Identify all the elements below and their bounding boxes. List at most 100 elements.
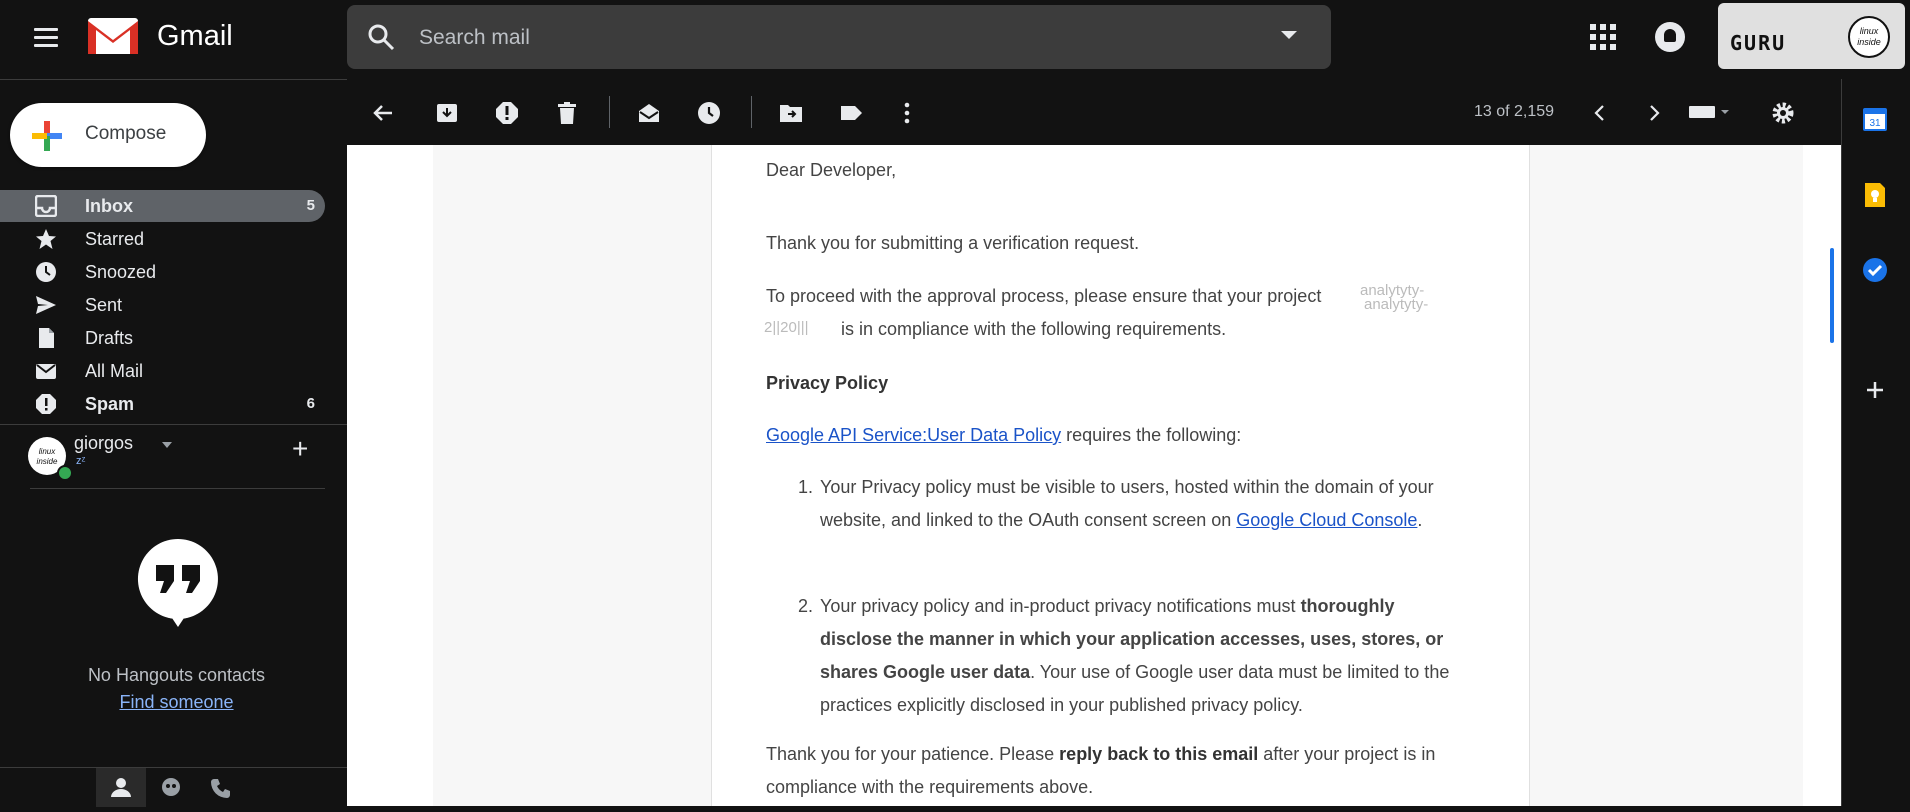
policy-paragraph: Google API Service:User Data Policy requ… (766, 419, 1471, 452)
snooze-clock-icon[interactable] (697, 101, 721, 125)
svg-text:31: 31 (1869, 118, 1881, 129)
toolbar-divider (751, 96, 752, 128)
hangouts-quote-icon (136, 537, 220, 627)
notifications-icon[interactable] (1655, 22, 1685, 52)
section-title: Privacy Policy (766, 373, 889, 393)
compose-label: Compose (85, 123, 167, 144)
mark-as-unread-icon[interactable] (637, 101, 661, 125)
sidebar-item-drafts[interactable]: Drafts (0, 322, 325, 354)
app-name: Gmail (157, 20, 233, 52)
item1-end: . (1417, 510, 1423, 530)
new-conversation-plus-icon[interactable]: + (292, 433, 308, 465)
search-bar[interactable] (347, 5, 1331, 69)
search-icon[interactable] (367, 23, 395, 51)
user-name[interactable]: giorgos (74, 433, 133, 454)
policy-text: requires the following: (1061, 425, 1242, 445)
gmail-logo-icon[interactable] (86, 16, 140, 56)
list-number: 2. (798, 596, 814, 616)
settings-gear-icon[interactable] (1771, 101, 1795, 125)
more-options-icon[interactable] (895, 101, 919, 125)
sidebar-item-sent[interactable]: Sent (0, 289, 325, 321)
list-item: 2. Your privacy policy and in-product pri… (798, 590, 1460, 722)
project-name-faint-ghost: analytyty- (1364, 296, 1429, 313)
tasks-icon[interactable] (1862, 257, 1888, 283)
hangouts-empty-text: No Hangouts contacts (87, 665, 266, 685)
closing-paragraph: Thank you for your patience. Please repl… (766, 738, 1471, 804)
email-body: Dear Developer, Thank you for submitting… (711, 145, 1530, 806)
user-data-policy-link[interactable]: Google API Service:User Data Policy (766, 425, 1061, 445)
sidebar-item-label: Sent (85, 295, 123, 315)
sidebar-item-spam[interactable]: Spam 6 (0, 388, 325, 420)
thanks-paragraph: Thank you for submitting a verification … (766, 233, 1140, 253)
sidebar-item-all-mail[interactable]: All Mail (0, 355, 325, 387)
account-button[interactable]: GURU linux inside (1718, 3, 1905, 69)
keep-notes-icon[interactable] (1862, 182, 1888, 208)
person-icon (111, 778, 131, 797)
message-toolbar: 13 of 2,159 (347, 79, 1841, 145)
item2-text: Your privacy policy and in-product priva… (820, 596, 1301, 616)
report-spam-icon[interactable] (495, 101, 519, 125)
newer-chevron-left-icon[interactable] (1588, 101, 1612, 125)
sidebar-item-label: Snoozed (85, 262, 157, 282)
label-tag-icon[interactable] (839, 101, 863, 125)
calendar-icon[interactable]: 31 (1862, 106, 1888, 132)
account-logo: linux inside (1848, 16, 1890, 58)
add-addon-plus-icon[interactable] (1862, 377, 1888, 403)
google-apps-icon[interactable] (1590, 24, 1616, 50)
sidebar-item-label: Starred (85, 229, 145, 249)
sidebar-item-label: All Mail (85, 361, 144, 381)
status-text: zᶻ (76, 455, 86, 467)
main-menu-icon[interactable] (30, 20, 66, 56)
scrollbar[interactable] (1825, 145, 1841, 806)
toolbar-divider (609, 96, 610, 128)
clock-icon (35, 261, 57, 283)
list-number: 1. (798, 477, 814, 497)
hangouts-bottom-tabs (0, 767, 347, 807)
sidebar-item-label: Spam (85, 394, 135, 414)
scrollbar-thumb[interactable] (1830, 248, 1834, 343)
account-badge-text: GURU (1730, 31, 1787, 55)
top-bar: Gmail GURU linux inside (0, 0, 1910, 80)
sidebar-item-label: Inbox (85, 196, 133, 216)
closing-text: Thank you for your patience. Please (766, 744, 1060, 764)
greeting: Dear Developer, (766, 160, 897, 180)
divider (30, 488, 325, 489)
phone-icon (211, 779, 230, 798)
proceed-text-end: is in compliance with the following requ… (836, 319, 1227, 339)
star-icon (35, 228, 57, 250)
move-to-folder-icon[interactable] (779, 101, 803, 125)
back-arrow-icon[interactable] (371, 101, 395, 125)
proceed-text: To proceed with the approval process, pl… (766, 286, 1322, 306)
draft-icon (35, 327, 57, 349)
send-icon (35, 294, 57, 316)
find-someone-link[interactable]: Find someone (40, 692, 313, 713)
project-id-faint: 2||20||| (764, 319, 809, 336)
page-count: 13 of 2,159 (1474, 103, 1555, 120)
sidebar-item-label: Drafts (85, 328, 134, 348)
compose-button[interactable]: Compose (10, 103, 206, 167)
older-chevron-right-icon[interactable] (1642, 101, 1666, 125)
compose-plus-icon (32, 121, 62, 151)
inbox-icon (34, 194, 58, 218)
chat-bubble-icon (162, 778, 180, 796)
side-panel: 31 (1841, 79, 1910, 806)
unread-count: 6 (306, 395, 315, 412)
delete-trash-icon[interactable] (555, 101, 579, 125)
input-tools-keyboard-icon[interactable] (1687, 101, 1735, 125)
closing-bold-text: reply back to this email (1059, 744, 1259, 764)
unread-count: 5 (306, 197, 315, 214)
archive-icon[interactable] (435, 101, 459, 125)
sidebar-item-snoozed[interactable]: Snoozed (0, 256, 325, 288)
mail-icon (35, 360, 57, 382)
conversations-tab[interactable] (146, 768, 196, 807)
search-options-chevron-down-icon[interactable] (1281, 31, 1297, 39)
hangouts-user[interactable]: linux inside giorgos zᶻ + (0, 425, 347, 481)
user-menu-chevron-down-icon[interactable] (162, 442, 172, 448)
phone-calls-tab[interactable] (196, 768, 246, 807)
cloud-console-link[interactable]: Google Cloud Console (1236, 510, 1417, 530)
contacts-tab[interactable] (96, 768, 146, 807)
search-input[interactable] (417, 19, 1241, 57)
sidebar-item-inbox[interactable]: Inbox 5 (0, 190, 325, 222)
sidebar-item-starred[interactable]: Starred (0, 223, 325, 255)
online-status-icon (57, 465, 73, 481)
